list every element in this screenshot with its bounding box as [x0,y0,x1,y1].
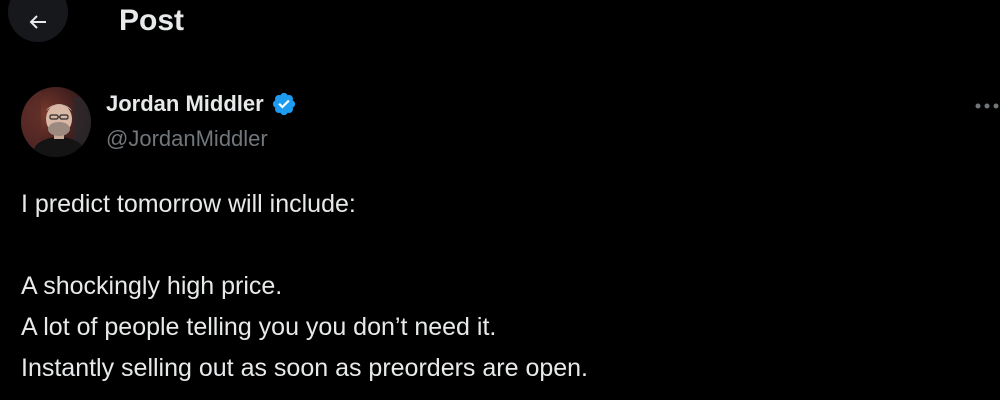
arrow-left-icon [29,15,46,29]
post-line: I predict tomorrow will include: [21,190,356,218]
post-header: Post [0,0,1000,44]
more-horizontal-icon [975,103,999,109]
post-line: A lot of people telling you you don’t ne… [21,313,497,341]
more-options-button[interactable] [974,96,1000,116]
post-line: Instantly selling out as soon as preorde… [21,354,589,382]
author-name-row: Jordan Middler [106,88,297,120]
author-name[interactable]: Jordan Middler [106,91,264,117]
back-button[interactable] [8,0,68,42]
page-title: Post [119,4,185,37]
avatar-photo [21,87,91,157]
post-line [21,225,981,266]
post-text: I predict tomorrow will include: A shock… [21,184,981,389]
verified-badge-icon[interactable] [271,91,297,117]
post-line: A shockingly high price. [21,272,283,300]
author-handle[interactable]: @JordanMiddler [106,126,268,152]
avatar[interactable] [21,87,91,157]
